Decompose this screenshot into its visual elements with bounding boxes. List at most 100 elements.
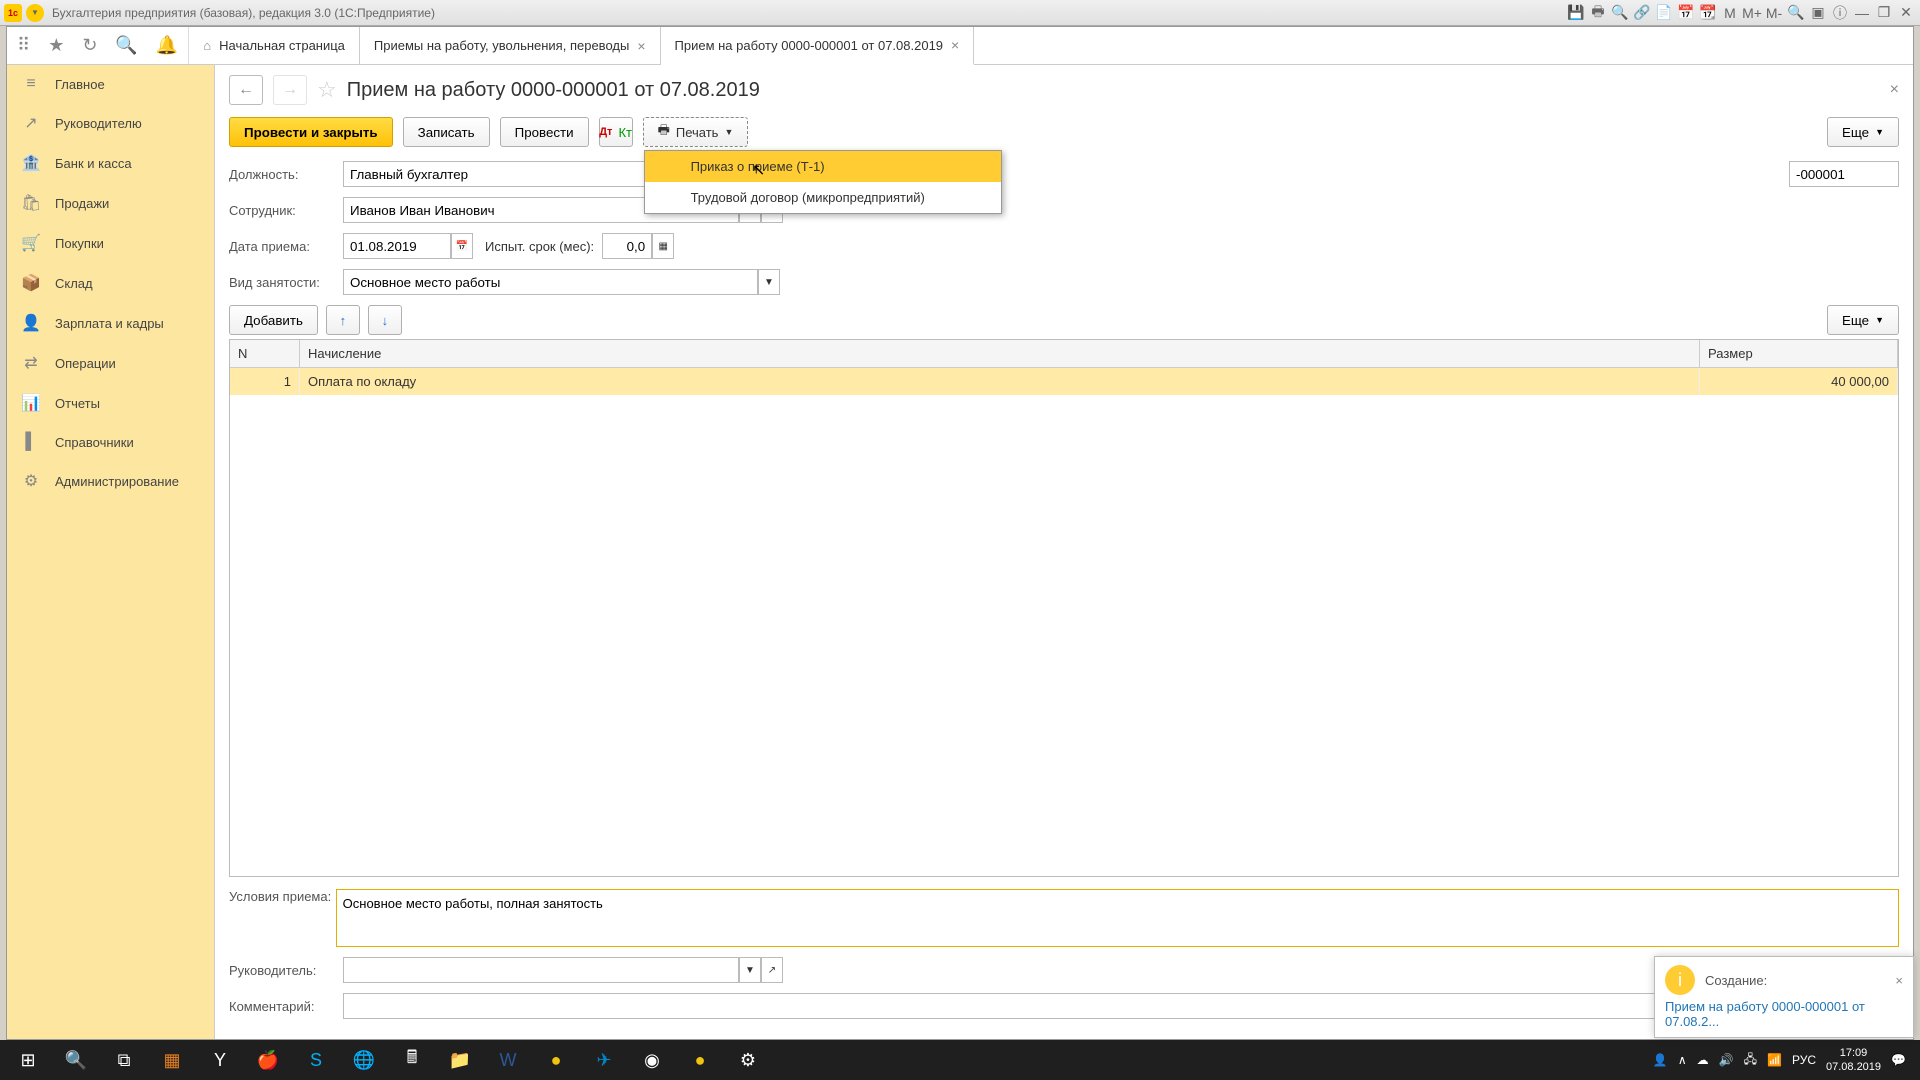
tab-close-icon[interactable]: × bbox=[951, 37, 959, 53]
tb-doc-icon[interactable]: 📄 bbox=[1654, 4, 1674, 22]
basket-icon: 🛒 bbox=[21, 233, 41, 253]
taskbar-app-calculator[interactable]: 🖩 bbox=[388, 1040, 436, 1080]
manager-dropdown-button[interactable]: ▼ bbox=[739, 957, 761, 983]
employment-field[interactable] bbox=[343, 269, 758, 295]
tb-mminus-icon[interactable]: M- bbox=[1764, 4, 1784, 22]
window-restore[interactable]: ❐ bbox=[1874, 4, 1894, 22]
post-button[interactable]: Провести bbox=[500, 117, 589, 147]
tb-cal2-icon[interactable]: 📆 bbox=[1698, 4, 1718, 22]
tb-print-icon[interactable]: 🖶 bbox=[1588, 4, 1608, 22]
window-minimize[interactable]: — bbox=[1852, 4, 1872, 22]
tray-wifi-icon[interactable]: 📶 bbox=[1767, 1053, 1782, 1067]
position-field[interactable] bbox=[343, 161, 689, 187]
tb-calendar-icon[interactable]: 📅 bbox=[1676, 4, 1696, 22]
apps-icon[interactable]: ⠿ bbox=[17, 35, 30, 56]
sidebar-item-catalogs[interactable]: ▌Справочники bbox=[7, 423, 214, 461]
hire-date-field[interactable] bbox=[343, 233, 451, 259]
notification-link[interactable]: Прием на работу 0000-000001 от 07.08.2..… bbox=[1665, 999, 1903, 1029]
taskbar-app-settings[interactable]: ⚙ bbox=[724, 1040, 772, 1080]
probation-field[interactable] bbox=[602, 233, 652, 259]
window-close[interactable]: ✕ bbox=[1896, 4, 1916, 22]
tray-network-icon[interactable]: 🖧 bbox=[1744, 1050, 1757, 1071]
taskbar-app-yandex[interactable]: Y bbox=[196, 1040, 244, 1080]
taskbar-app-explorer[interactable]: 📁 bbox=[436, 1040, 484, 1080]
sidebar-item-warehouse[interactable]: 📦Склад bbox=[7, 263, 214, 303]
star-icon[interactable]: ★ bbox=[48, 35, 64, 56]
taskbar-app-powerpoint[interactable]: ▦ bbox=[148, 1040, 196, 1080]
tray-volume-icon[interactable]: 🔊 bbox=[1719, 1053, 1734, 1067]
tab-hire-doc[interactable]: Прием на работу 0000-000001 от 07.08.201… bbox=[661, 27, 975, 65]
search-icon[interactable]: 🔍 bbox=[115, 35, 137, 56]
tb-info-icon[interactable]: ⓘ bbox=[1830, 4, 1850, 22]
employment-dropdown-button[interactable]: ▼ bbox=[758, 269, 780, 295]
tray-people-icon[interactable]: 👤 bbox=[1653, 1053, 1668, 1067]
close-document-icon[interactable]: × bbox=[1890, 81, 1899, 99]
tab-close-icon[interactable]: × bbox=[637, 38, 645, 54]
taskbar-app-pomodoro[interactable]: 🍎 bbox=[244, 1040, 292, 1080]
sidebar-item-operations[interactable]: ⇄Операции bbox=[7, 343, 214, 383]
add-row-button[interactable]: Добавить bbox=[229, 305, 318, 335]
col-size[interactable]: Размер bbox=[1700, 340, 1898, 367]
tb-mplus-icon[interactable]: M+ bbox=[1742, 4, 1762, 22]
notification-close-icon[interactable]: × bbox=[1895, 973, 1903, 988]
col-n[interactable]: N bbox=[230, 340, 300, 367]
manager-open-button[interactable]: ↗ bbox=[761, 957, 783, 983]
tray-expand-icon[interactable]: ∧ bbox=[1678, 1053, 1687, 1067]
print-menu-contract[interactable]: Трудовой договор (микропредприятий) bbox=[645, 182, 1001, 213]
move-up-button[interactable]: ↑ bbox=[326, 305, 360, 335]
table-empty-area[interactable] bbox=[230, 395, 1898, 876]
table-row[interactable]: 1 Оплата по окладу 40 000,00 bbox=[230, 368, 1898, 395]
tab-home[interactable]: ⌂ Начальная страница bbox=[189, 27, 360, 64]
bell-icon[interactable]: 🔔 bbox=[156, 35, 178, 56]
taskbar-app-1c[interactable]: ● bbox=[532, 1040, 580, 1080]
sidebar-item-hr[interactable]: 👤Зарплата и кадры bbox=[7, 303, 214, 343]
start-button[interactable]: ⊞ bbox=[4, 1040, 52, 1080]
tray-clock[interactable]: 17:09 07.08.2019 bbox=[1826, 1046, 1881, 1075]
tray-notifications-icon[interactable]: 💬 bbox=[1891, 1053, 1906, 1067]
tray-cloud-icon[interactable]: ☁ bbox=[1697, 1053, 1709, 1067]
sidebar-item-reports[interactable]: 📊Отчеты bbox=[7, 383, 214, 423]
taskbar-search[interactable]: 🔍 bbox=[52, 1040, 100, 1080]
taskbar-app-word[interactable]: W bbox=[484, 1040, 532, 1080]
taskbar-app-browser[interactable]: 🌐 bbox=[340, 1040, 388, 1080]
task-view[interactable]: ⧉ bbox=[100, 1040, 148, 1080]
favorite-star-icon[interactable]: ☆ bbox=[317, 77, 337, 103]
sidebar-item-main[interactable]: ≡Главное bbox=[7, 65, 214, 103]
tb-preview-icon[interactable]: 🔍 bbox=[1610, 4, 1630, 22]
tb-link-icon[interactable]: 🔗 bbox=[1632, 4, 1652, 22]
conditions-field[interactable]: Основное место работы, полная занятость bbox=[336, 889, 1899, 947]
manager-field[interactable] bbox=[343, 957, 739, 983]
table-more-button[interactable]: Еще ▼ bbox=[1827, 305, 1899, 335]
tab-hires-list[interactable]: Приемы на работу, увольнения, переводы × bbox=[360, 27, 661, 64]
taskbar-app-1c-2[interactable]: ● bbox=[676, 1040, 724, 1080]
app-menu-dropdown[interactable]: ▼ bbox=[26, 4, 44, 22]
taskbar-app-telegram[interactable]: ✈ bbox=[580, 1040, 628, 1080]
nav-forward-button[interactable]: → bbox=[273, 75, 307, 105]
post-and-close-button[interactable]: Провести и закрыть bbox=[229, 117, 393, 147]
history-icon[interactable]: ↻ bbox=[82, 35, 97, 56]
taskbar-app-chrome[interactable]: ◉ bbox=[628, 1040, 676, 1080]
more-button[interactable]: Еще ▼ bbox=[1827, 117, 1899, 147]
sidebar-item-director[interactable]: ↗Руководителю bbox=[7, 103, 214, 143]
move-down-button[interactable]: ↓ bbox=[368, 305, 402, 335]
calendar-icon[interactable]: 📅 bbox=[451, 233, 473, 259]
sidebar-item-bank[interactable]: 🏦Банк и касса bbox=[7, 143, 214, 183]
swap-icon: ⇄ bbox=[21, 353, 41, 373]
sidebar-item-admin[interactable]: ⚙Администрирование bbox=[7, 461, 214, 501]
sidebar-item-sales[interactable]: 🛍Продажи bbox=[7, 183, 214, 223]
save-button[interactable]: Записать bbox=[403, 117, 490, 147]
dt-kt-button[interactable]: ДтКт bbox=[599, 117, 633, 147]
tb-panel-icon[interactable]: ▣ bbox=[1808, 4, 1828, 22]
tb-save-icon[interactable]: 💾 bbox=[1566, 4, 1586, 22]
tb-m-icon[interactable]: M bbox=[1720, 4, 1740, 22]
tb-zoom-icon[interactable]: 🔍 bbox=[1786, 4, 1806, 22]
print-menu-order-t1[interactable]: Приказ о приеме (Т-1) bbox=[645, 151, 1001, 182]
doc-number-field[interactable] bbox=[1789, 161, 1899, 187]
col-name[interactable]: Начисление bbox=[300, 340, 1700, 367]
nav-back-button[interactable]: ← bbox=[229, 75, 263, 105]
sidebar-item-purchases[interactable]: 🛒Покупки bbox=[7, 223, 214, 263]
print-button[interactable]: 🖶 Печать ▼ Приказ о приеме (Т-1) Трудово… bbox=[643, 117, 749, 147]
taskbar-app-skype[interactable]: S bbox=[292, 1040, 340, 1080]
tray-language[interactable]: РУС bbox=[1792, 1053, 1816, 1067]
probation-calc-button[interactable]: ▦ bbox=[652, 233, 674, 259]
